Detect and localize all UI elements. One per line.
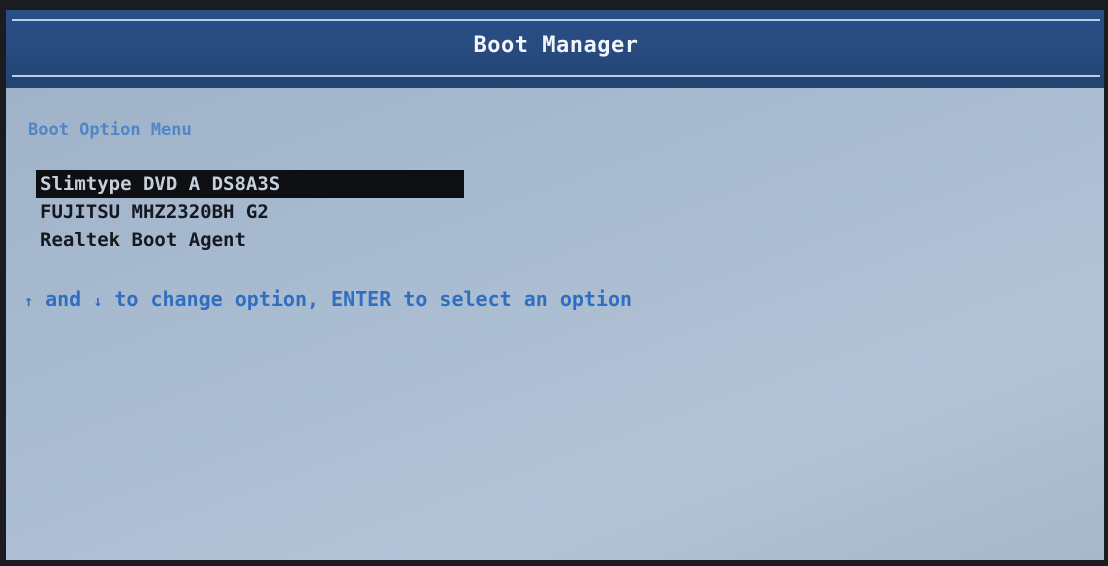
page-title: Boot Manager	[473, 33, 639, 58]
help-text-rest: to change option, ENTER to select an opt…	[102, 287, 633, 311]
header-bar: Boot Manager	[6, 10, 1104, 88]
boot-option-list: Slimtype DVD A DS8A3S FUJITSU MHZ2320BH …	[36, 170, 464, 254]
boot-option-hdd[interactable]: FUJITSU MHZ2320BH G2	[36, 198, 464, 226]
boot-option-network[interactable]: Realtek Boot Agent	[36, 226, 464, 254]
down-arrow-icon: ↓	[93, 292, 103, 310]
section-title: Boot Option Menu	[28, 120, 192, 140]
help-instructions: ↑ and ↓ to change option, ENTER to selec…	[24, 287, 632, 311]
boot-option-dvd[interactable]: Slimtype DVD A DS8A3S	[36, 170, 464, 198]
boot-manager-screen: Boot Manager Boot Option Menu Slimtype D…	[6, 10, 1104, 560]
help-text-and: and	[33, 287, 94, 311]
header-frame: Boot Manager	[12, 19, 1100, 77]
up-arrow-icon: ↑	[24, 292, 34, 310]
